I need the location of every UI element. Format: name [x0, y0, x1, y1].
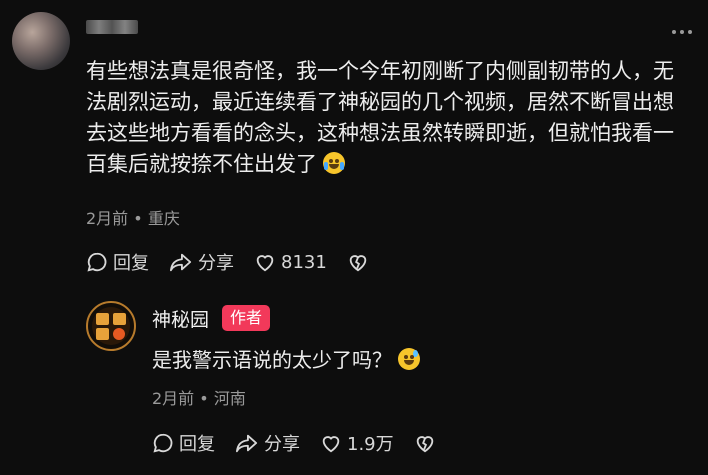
- share-icon: [170, 253, 192, 272]
- commenter-avatar[interactable]: [12, 12, 70, 70]
- reply-time: 2月前: [152, 389, 195, 408]
- like-button[interactable]: 8131: [254, 251, 327, 273]
- comment-body: 有些想法真是很奇怪，我一个今年初刚断了内侧副韧带的人，无法剧烈运动，最近连续看了…: [86, 59, 674, 176]
- more-options-icon[interactable]: [672, 30, 692, 34]
- share-icon: [236, 434, 258, 453]
- reply-icon: [87, 252, 107, 272]
- like-button[interactable]: 1.9万: [320, 430, 394, 456]
- reply-label: 回复: [113, 253, 149, 274]
- heart-icon: [256, 255, 274, 272]
- share-button[interactable]: 分享: [235, 430, 300, 456]
- broken-heart-icon: [349, 255, 367, 272]
- reply-meta: 2月前 • 河南: [152, 385, 246, 409]
- sweat-smile-emoji-icon: [398, 348, 420, 370]
- author-logo: [92, 307, 130, 345]
- broken-heart-icon: [416, 436, 433, 453]
- reply-text: 是我警示语说的太少了吗？: [152, 344, 420, 373]
- reply-author-name[interactable]: 神秘园: [152, 305, 209, 332]
- reply-body: 是我警示语说的太少了吗？: [152, 348, 392, 372]
- like-count: 1.9万: [347, 434, 394, 455]
- reply-label: 回复: [179, 434, 215, 455]
- laughing-crying-emoji-icon: [323, 152, 345, 174]
- reply-button[interactable]: 回复: [152, 430, 215, 456]
- share-label: 分享: [198, 253, 234, 274]
- author-badge: 作者: [222, 305, 271, 331]
- dislike-button[interactable]: [414, 432, 436, 454]
- commenter-name-blurred[interactable]: [86, 20, 138, 34]
- comment-time: 2月前: [86, 209, 129, 228]
- reply-button[interactable]: 回复: [86, 249, 149, 275]
- reply-icon: [153, 433, 173, 453]
- author-avatar[interactable]: [86, 301, 136, 351]
- share-button[interactable]: 分享: [169, 249, 234, 275]
- meta-dot: •: [133, 209, 148, 228]
- dislike-button[interactable]: [347, 251, 369, 273]
- comment-meta: 2月前 • 重庆: [86, 205, 180, 229]
- comment-actions: 回复 分享 8131: [86, 249, 389, 275]
- reply-actions: 回复 分享 1.9万: [152, 430, 456, 456]
- comment-text: 有些想法真是很奇怪，我一个今年初刚断了内侧副韧带的人，无法剧烈运动，最近连续看了…: [86, 56, 686, 180]
- like-count: 8131: [281, 251, 327, 273]
- comment-location: 重庆: [147, 209, 180, 228]
- share-label: 分享: [264, 434, 300, 455]
- meta-dot: •: [199, 389, 214, 408]
- heart-icon: [322, 436, 340, 453]
- reply-location: 河南: [213, 389, 246, 408]
